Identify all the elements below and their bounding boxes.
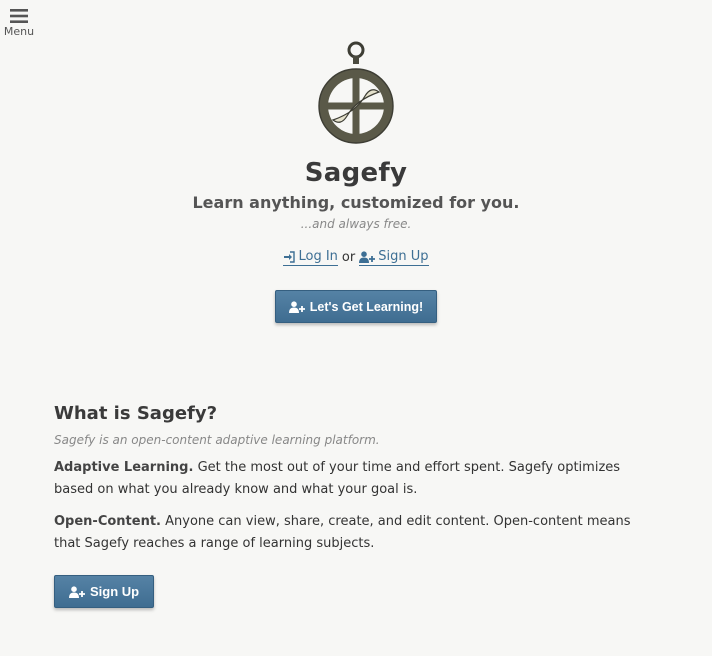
or-text: or bbox=[341, 250, 356, 265]
signup-button-label: Sign Up bbox=[90, 584, 140, 599]
hero-section: Sagefy Learn anything, customized for yo… bbox=[0, 40, 712, 323]
feature-adaptive-learning: Adaptive Learning. Get the most out of y… bbox=[54, 457, 654, 501]
login-label: Log In bbox=[298, 249, 338, 264]
tagline: Learn anything, customized for you. bbox=[192, 193, 520, 212]
signup-link[interactable]: Sign Up bbox=[359, 249, 429, 266]
feature-name: Open-Content. bbox=[54, 514, 161, 529]
feature-name: Adaptive Learning. bbox=[54, 460, 194, 475]
signup-label: Sign Up bbox=[378, 249, 429, 264]
get-learning-label: Let's Get Learning! bbox=[309, 299, 424, 314]
sign-in-icon bbox=[284, 250, 296, 263]
menu-label: Menu bbox=[3, 25, 35, 38]
about-cta: Sign Up bbox=[54, 575, 654, 608]
login-link[interactable]: Log In bbox=[283, 249, 338, 266]
feature-open-content: Open-Content. Anyone can view, share, cr… bbox=[54, 511, 654, 555]
signup-button[interactable]: Sign Up bbox=[54, 575, 155, 608]
about-title: What is Sagefy? bbox=[54, 403, 218, 424]
page: Menu Sagefy Learn anything, customized f… bbox=[0, 0, 712, 656]
brand-title: Sagefy bbox=[304, 158, 408, 188]
get-learning-button[interactable]: Let's Get Learning! bbox=[274, 290, 438, 323]
user-plus-icon bbox=[288, 300, 305, 313]
free-note: ...and always free. bbox=[300, 217, 412, 231]
user-plus-icon bbox=[359, 250, 376, 263]
about-section: What is Sagefy? Sagefy is an open-conten… bbox=[54, 403, 654, 608]
about-lead: Sagefy is an open-content adaptive learn… bbox=[54, 433, 380, 447]
menu-button[interactable]: Menu bbox=[2, 8, 36, 38]
armillary-compass-icon bbox=[318, 41, 394, 144]
hamburger-icon bbox=[10, 9, 28, 23]
user-plus-icon bbox=[69, 585, 85, 598]
auth-links: Log In or Sign Up bbox=[0, 249, 712, 266]
